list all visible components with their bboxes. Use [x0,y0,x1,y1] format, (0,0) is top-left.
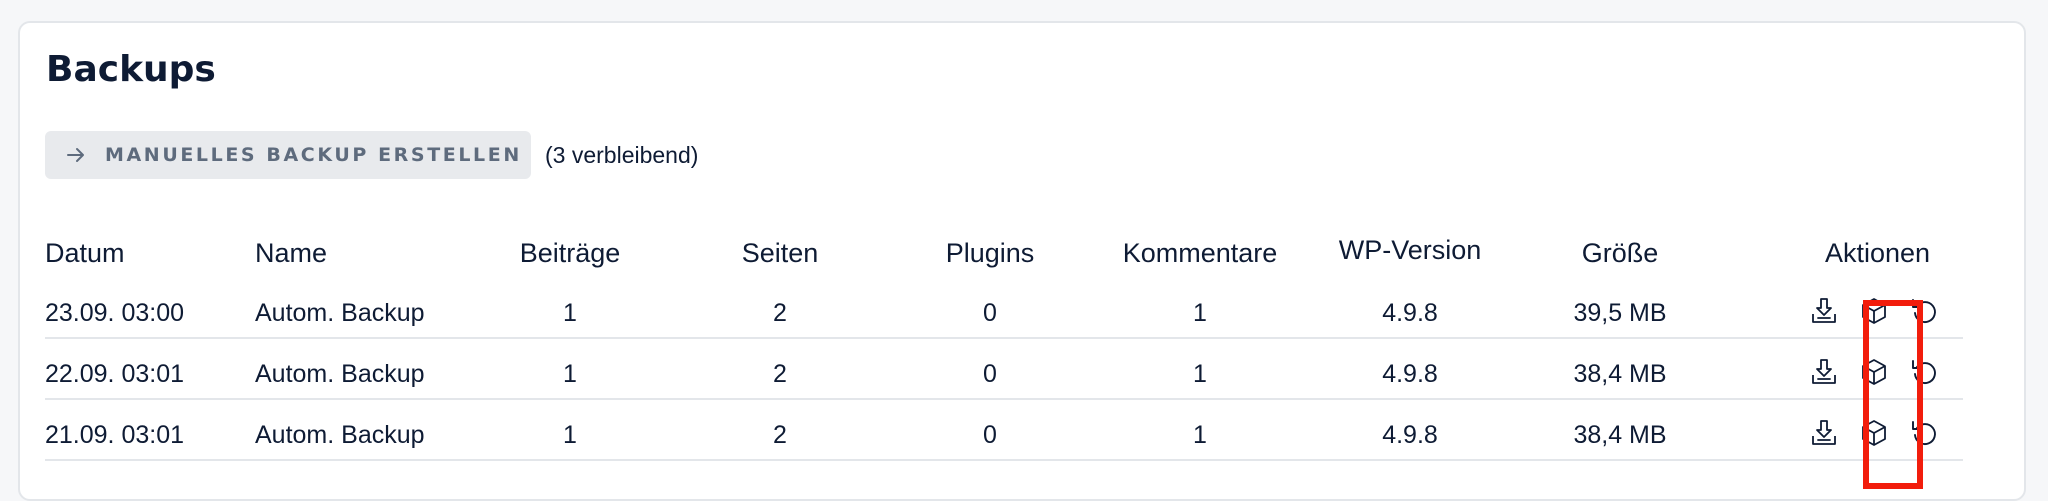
column-header-groesse: Größe [1581,238,1659,268]
cell-plugins: 0 [983,299,997,327]
column-header-plugins: Plugins [945,238,1035,268]
cell-datum: 22.09. 03:01 [45,360,185,388]
cell-seiten: 2 [773,360,787,388]
row-divider [45,459,1963,461]
column-header-aktionen: Aktionen [1825,238,1931,268]
cell-groesse: 38,4 MB [1573,421,1667,449]
cell-name: Autom. Backup [255,299,425,327]
column-header-wp-version: WP-Version [1338,235,1482,265]
column-header-datum: Datum [45,238,125,268]
cell-beitraege: 1 [563,360,577,388]
cell-wp-version: 4.9.8 [1382,421,1438,449]
cell-seiten: 2 [773,421,787,449]
cell-wp-version: 4.9.8 [1382,360,1438,388]
row-divider [45,398,1963,400]
cell-beitraege: 1 [563,421,577,449]
remaining-backups-text: (3 verbleibend) [545,142,699,168]
create-backup-label: MANUELLES BACKUP ERSTELLEN [105,144,522,166]
column-header-kommentare: Kommentare [1122,238,1278,268]
column-header-beitraege: Beiträge [519,238,621,268]
cell-groesse: 39,5 MB [1573,299,1667,327]
cell-wp-version: 4.9.8 [1382,299,1438,327]
cell-plugins: 0 [983,421,997,449]
cell-name: Autom. Backup [255,421,425,449]
highlight-box [1863,300,1923,489]
page-title: Backups [46,49,216,90]
cell-datum: 21.09. 03:01 [45,421,185,449]
column-header-name: Name [255,238,328,268]
cell-kommentare: 1 [1193,299,1207,327]
cell-groesse: 38,4 MB [1573,360,1667,388]
backups-card: Backups MANUELLES BACKUP ERSTELLEN (3 ve… [18,21,2026,501]
cell-seiten: 2 [773,299,787,327]
create-manual-backup-button[interactable]: MANUELLES BACKUP ERSTELLEN [45,131,531,179]
column-header-seiten: Seiten [741,238,819,268]
cell-plugins: 0 [983,360,997,388]
cell-datum: 23.09. 03:00 [45,299,185,327]
cell-kommentare: 1 [1193,360,1207,388]
download-icon[interactable] [1809,418,1839,448]
download-icon[interactable] [1809,296,1839,326]
download-icon[interactable] [1809,357,1839,387]
cell-kommentare: 1 [1193,421,1207,449]
cell-beitraege: 1 [563,299,577,327]
cell-name: Autom. Backup [255,360,425,388]
row-divider [45,337,1963,339]
arrow-right-icon [65,144,87,166]
